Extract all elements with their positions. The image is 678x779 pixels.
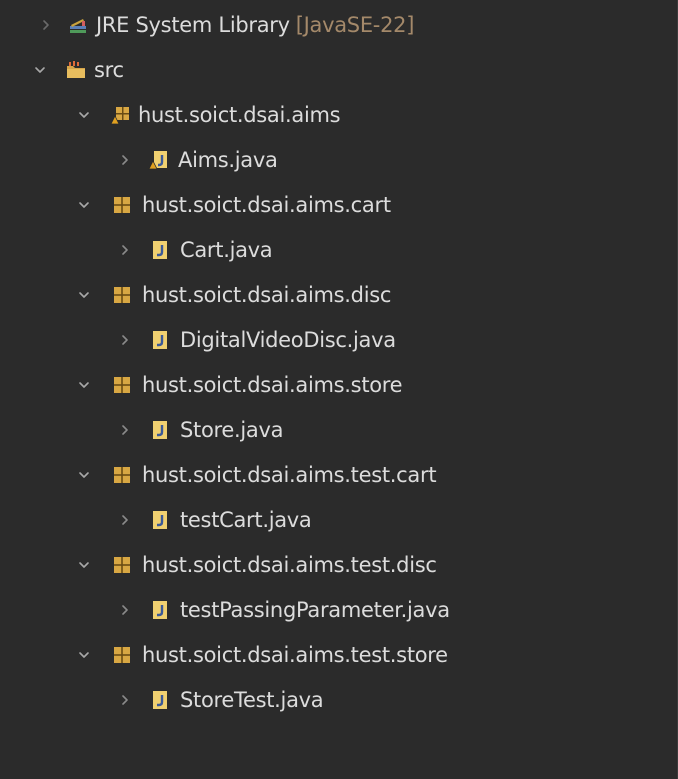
tree-item-label: hust.soict.dsai.aims.test.store bbox=[142, 643, 448, 667]
chevron-down-icon[interactable] bbox=[74, 465, 94, 485]
chevron-right-icon[interactable] bbox=[115, 600, 135, 620]
tree-item-label: hust.soict.dsai.aims bbox=[138, 103, 341, 127]
tree-item-package-test-disc[interactable]: hust.soict.dsai.aims.test.disc bbox=[0, 545, 677, 585]
chevron-right-icon[interactable] bbox=[115, 420, 135, 440]
tree-item-package-test-store[interactable]: hust.soict.dsai.aims.test.store bbox=[0, 635, 677, 675]
chevron-down-icon[interactable] bbox=[74, 645, 94, 665]
chevron-down-icon[interactable] bbox=[74, 195, 94, 215]
chevron-right-icon[interactable] bbox=[115, 510, 135, 530]
tree-item-package-cart[interactable]: hust.soict.dsai.aims.cart bbox=[0, 185, 677, 225]
chevron-down-icon[interactable] bbox=[74, 285, 94, 305]
tree-item-label: hust.soict.dsai.aims.test.cart bbox=[142, 463, 437, 487]
chevron-right-icon[interactable] bbox=[115, 690, 135, 710]
tree-item-text: JRE System Library bbox=[96, 13, 290, 37]
chevron-right-icon[interactable] bbox=[36, 15, 56, 35]
package-icon bbox=[112, 195, 132, 215]
tree-item-file-aims-java[interactable]: Aims.java bbox=[0, 140, 677, 180]
package-icon bbox=[112, 465, 132, 485]
chevron-down-icon[interactable] bbox=[30, 60, 50, 80]
tree-item-file-digitalvideodisc-java[interactable]: DigitalVideoDisc.java bbox=[0, 320, 677, 360]
tree-item-label: hust.soict.dsai.aims.disc bbox=[142, 283, 392, 307]
library-icon bbox=[68, 15, 88, 35]
package-warning-icon bbox=[110, 105, 130, 125]
tree-item-file-store-java[interactable]: Store.java bbox=[0, 410, 677, 450]
tree-item-file-testcart-java[interactable]: testCart.java bbox=[0, 500, 677, 540]
tree-item-label: hust.soict.dsai.aims.cart bbox=[142, 193, 391, 217]
tree-item-label: DigitalVideoDisc.java bbox=[180, 328, 396, 352]
tree-item-label: testPassingParameter.java bbox=[180, 598, 450, 622]
package-icon bbox=[112, 645, 132, 665]
tree-item-src[interactable]: src bbox=[0, 50, 677, 90]
chevron-down-icon[interactable] bbox=[74, 105, 94, 125]
tree-item-package-test-cart[interactable]: hust.soict.dsai.aims.test.cart bbox=[0, 455, 677, 495]
tree-item-label: src bbox=[94, 58, 124, 82]
java-file-icon bbox=[150, 690, 170, 710]
tree-item-label: testCart.java bbox=[180, 508, 312, 532]
chevron-right-icon[interactable] bbox=[115, 240, 135, 260]
tree-item-label: JRE System Library [JavaSE-22] bbox=[96, 5, 414, 45]
tree-item-file-storetest-java[interactable]: StoreTest.java bbox=[0, 680, 677, 720]
package-icon bbox=[112, 285, 132, 305]
package-icon bbox=[112, 555, 132, 575]
tree-item-file-cart-java[interactable]: Cart.java bbox=[0, 230, 677, 270]
source-folder-icon bbox=[66, 60, 86, 80]
tree-item-label: Cart.java bbox=[180, 238, 273, 262]
chevron-right-icon[interactable] bbox=[115, 150, 135, 170]
tree-item-package-store[interactable]: hust.soict.dsai.aims.store bbox=[0, 365, 677, 405]
java-file-icon bbox=[150, 240, 170, 260]
tree-item-label: hust.soict.dsai.aims.test.disc bbox=[142, 553, 437, 577]
tree-item-label: hust.soict.dsai.aims.store bbox=[142, 373, 403, 397]
java-file-warning-icon bbox=[148, 150, 168, 170]
package-explorer-tree: JRE System Library [JavaSE-22] src hust.… bbox=[0, 0, 678, 779]
tree-item-label: StoreTest.java bbox=[180, 688, 324, 712]
java-file-icon bbox=[150, 510, 170, 530]
tree-item-label: Store.java bbox=[180, 418, 284, 442]
tree-item-jre-system-library[interactable]: JRE System Library [JavaSE-22] bbox=[0, 5, 677, 45]
jre-version-decoration: [JavaSE-22] bbox=[295, 13, 415, 37]
chevron-right-icon[interactable] bbox=[115, 330, 135, 350]
java-file-icon bbox=[150, 330, 170, 350]
tree-item-file-testpassingparameter-java[interactable]: testPassingParameter.java bbox=[0, 590, 677, 630]
java-file-icon bbox=[150, 600, 170, 620]
package-icon bbox=[112, 375, 132, 395]
chevron-down-icon[interactable] bbox=[74, 555, 94, 575]
chevron-down-icon[interactable] bbox=[74, 375, 94, 395]
tree-item-label: Aims.java bbox=[178, 148, 278, 172]
tree-item-package-aims[interactable]: hust.soict.dsai.aims bbox=[0, 95, 677, 135]
java-file-icon bbox=[150, 420, 170, 440]
tree-item-package-disc[interactable]: hust.soict.dsai.aims.disc bbox=[0, 275, 677, 315]
